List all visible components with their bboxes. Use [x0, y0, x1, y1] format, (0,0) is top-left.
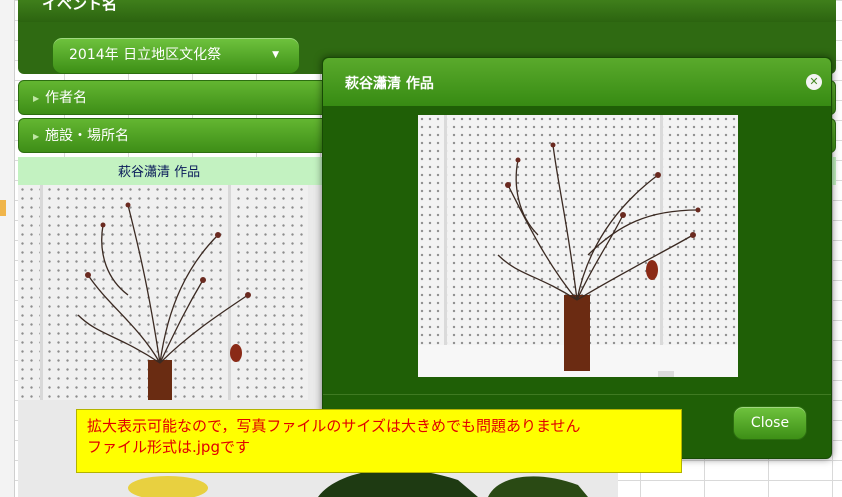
note-line-2: ファイル形式は.jpgです	[87, 438, 250, 456]
chevron-right-icon: ▶	[33, 94, 40, 103]
event-select[interactable]: 2014年 日立地区文化祭 ▼	[52, 37, 300, 74]
ikebana-large-image	[418, 115, 738, 377]
note-line-1: 拡大表示可能なので，写真ファイルのサイズは大きめでも問題ありません	[87, 417, 581, 435]
cell-marker	[0, 200, 6, 216]
instruction-note: 拡大表示可能なので，写真ファイルのサイズは大きめでも問題ありません ファイル形式…	[76, 409, 682, 473]
top-bar: イベント名	[18, 0, 836, 23]
ikebana-thumbnail-image	[40, 185, 251, 400]
gallery-photo[interactable]	[18, 185, 308, 400]
modal-divider	[323, 394, 831, 395]
page-title: イベント名	[42, 0, 118, 13]
event-select-value: 2014年 日立地区文化祭	[69, 47, 222, 63]
spreadsheet-left-edge	[0, 0, 15, 497]
modal-title: 萩谷瀟清 作品	[345, 76, 434, 92]
modal-enlarged-photo	[418, 115, 738, 377]
photo-modal: 萩谷瀟清 作品 ✕ Close	[322, 57, 832, 459]
modal-header: 萩谷瀟清 作品 ✕	[323, 58, 831, 106]
accordion-location-label: 施設・場所名	[45, 128, 129, 144]
chevron-down-icon: ▼	[272, 50, 279, 60]
photo-caption: 萩谷瀟清 作品	[118, 165, 201, 180]
close-button[interactable]: Close	[733, 406, 807, 440]
close-circle-icon[interactable]: ✕	[806, 74, 822, 90]
accordion-author-label: 作者名	[45, 90, 87, 106]
chevron-right-icon: ▶	[33, 132, 40, 141]
